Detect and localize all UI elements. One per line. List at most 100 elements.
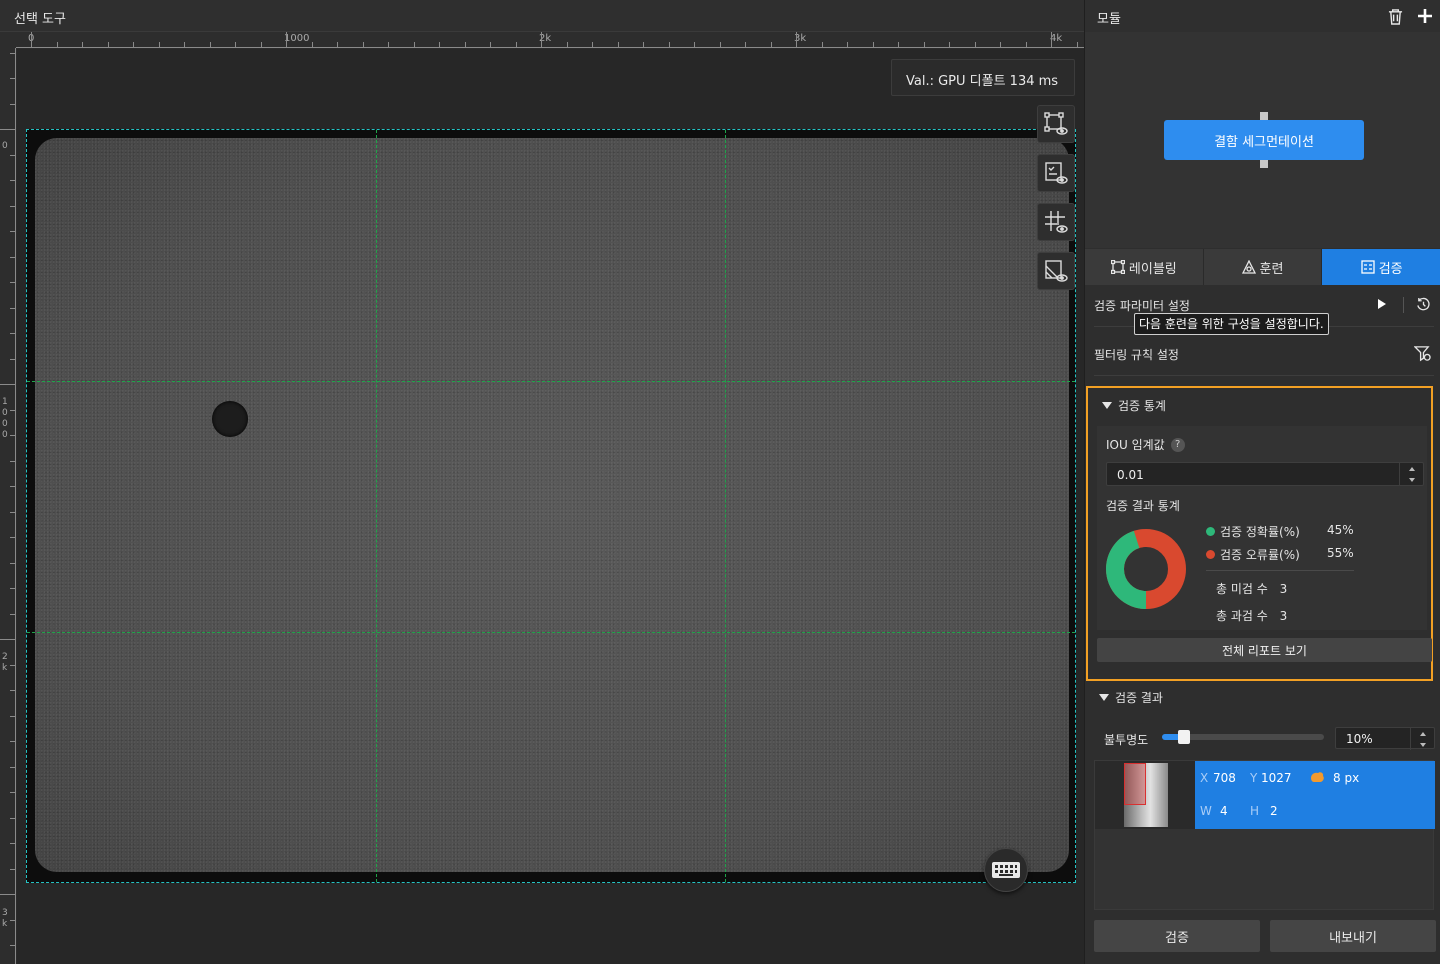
help-icon[interactable]: ? (1170, 437, 1185, 452)
legend-accuracy: 검증 정확률(%) (1206, 523, 1300, 540)
ruler-tick (10, 231, 15, 232)
ruler-tick (10, 537, 15, 538)
ruler-tick (515, 42, 517, 47)
ruler-tick (668, 42, 670, 47)
validation-results-title: 검증 결과 (1115, 691, 1163, 705)
ruler-tick (0, 129, 15, 130)
list-item[interactable]: X 708 Y 1027 8 px W 4 H 2 (1095, 761, 1435, 829)
validation-params-label: 검증 파라미터 설정 (1094, 299, 1190, 313)
divider (1403, 297, 1404, 313)
ruler-tick (31, 32, 32, 47)
ruler-tick (643, 42, 644, 47)
ruler-tick (10, 103, 15, 105)
ruler-tick (10, 792, 15, 793)
ruler-tick (1025, 42, 1027, 47)
iou-threshold-input[interactable]: 0.01 (1106, 462, 1424, 486)
grid-line (27, 381, 1075, 382)
ruler-tick (745, 42, 746, 47)
error-dot (1206, 550, 1215, 559)
ruler-tick (1051, 32, 1052, 47)
filter-settings-icon[interactable] (1413, 345, 1431, 365)
spin-down-icon[interactable] (1411, 739, 1434, 750)
tab-validation-label: 검증 (1378, 261, 1403, 277)
ruler-tick (10, 868, 15, 870)
over-value: 3 (1279, 609, 1288, 623)
h-key: H (1250, 804, 1260, 818)
trash-icon[interactable] (1385, 6, 1405, 26)
keyboard-icon[interactable] (984, 848, 1028, 892)
ruler-tick (184, 42, 185, 47)
export-button[interactable]: 내보내기 (1270, 920, 1436, 952)
missed-count-row: 총 미검 수 3 (1216, 580, 1287, 597)
opacity-spinner[interactable] (1410, 728, 1434, 750)
validate-button[interactable]: 검증 (1094, 920, 1260, 952)
play-icon[interactable] (1377, 298, 1387, 313)
ruler-tick (719, 42, 721, 47)
module-output-port[interactable] (1260, 160, 1268, 168)
y-value: 1027 (1261, 771, 1292, 785)
ruler-corner (0, 32, 16, 48)
mode-tabs: 레이블링 훈련 검증 (1085, 249, 1440, 285)
roi-view-icon[interactable] (1037, 105, 1075, 143)
validation-stats-title: 검증 통계 (1118, 399, 1166, 413)
canvas-panel-title-bar: 선택 도구 (0, 0, 1084, 32)
ruler-label: 0 (2, 141, 8, 151)
tab-validation[interactable]: 검증 (1322, 249, 1440, 285)
module-panel-title: 모듈 (1097, 12, 1121, 27)
ruler-tick (10, 588, 15, 589)
validation-stats-header[interactable]: 검증 통계 (1102, 397, 1166, 414)
tab-training-label: 훈련 (1259, 261, 1284, 277)
ruler-tick (286, 32, 287, 47)
canvas-panel-title: 선택 도구 (14, 12, 66, 27)
mask-view-icon[interactable] (1037, 252, 1075, 290)
ruler-tick (10, 460, 15, 462)
defect-bounding-box (1124, 763, 1146, 805)
opacity-slider[interactable] (1162, 730, 1324, 744)
spin-up-icon[interactable] (1411, 728, 1434, 739)
validation-timing-badge: Val.: GPU 디폴트 134 ms (891, 59, 1075, 96)
iou-spinner[interactable] (1399, 463, 1423, 485)
over-count-row: 총 과검 수 3 (1216, 607, 1287, 624)
collapse-triangle-icon (1099, 694, 1109, 701)
ruler-tick (10, 613, 15, 615)
result-thumbnail (1095, 761, 1195, 829)
ruler-tick (10, 664, 15, 666)
ruler-tick (770, 42, 772, 47)
ruler-tick (10, 205, 15, 207)
opacity-slider-handle[interactable] (1178, 730, 1191, 744)
ruler-tick (0, 894, 15, 895)
iou-threshold-value: 0.01 (1117, 468, 1144, 482)
opacity-input[interactable]: 10% (1335, 727, 1435, 750)
ruler-tick (490, 42, 491, 47)
tab-labeling[interactable]: 레이블링 (1085, 249, 1204, 285)
ruler-tick (10, 409, 15, 411)
image-roi-frame[interactable] (26, 129, 1076, 883)
view-full-report-button[interactable]: 전체 리포트 보기 (1097, 638, 1432, 662)
over-label: 총 과검 수 (1216, 609, 1268, 623)
grid-view-icon[interactable] (1037, 203, 1075, 241)
w-value: 4 (1220, 804, 1228, 818)
spin-down-icon[interactable] (1400, 474, 1423, 485)
ruler-tick (10, 562, 15, 564)
ruler-tick (0, 384, 15, 385)
module-graph-area: 결함 세그먼테이션 (1085, 32, 1440, 248)
tab-training[interactable]: 훈련 (1203, 249, 1323, 285)
reset-icon[interactable] (1416, 297, 1431, 315)
label-view-icon[interactable] (1037, 154, 1075, 192)
ruler-tick (439, 42, 440, 47)
defect-segmentation-module-button[interactable]: 결함 세그먼테이션 (1164, 120, 1364, 160)
module-input-port[interactable] (1260, 112, 1268, 120)
ruler-tick (821, 42, 823, 47)
ruler-tick (617, 42, 619, 47)
validation-results-header[interactable]: 검증 결과 (1099, 689, 1163, 706)
ruler-tick (10, 715, 15, 717)
plus-icon[interactable] (1415, 6, 1435, 26)
area-value: 8 px (1333, 771, 1360, 785)
spin-up-icon[interactable] (1400, 463, 1423, 474)
ruler-tick (796, 32, 797, 47)
training-icon (1241, 260, 1256, 274)
canvas-panel: 선택 도구 0 1000 2k 3k 4k 0 1000 2k 3k Val.:… (0, 0, 1084, 964)
module-panel-title-bar: 모듈 (1085, 0, 1440, 32)
ruler-tick (362, 42, 364, 47)
ruler-tick (10, 358, 15, 360)
